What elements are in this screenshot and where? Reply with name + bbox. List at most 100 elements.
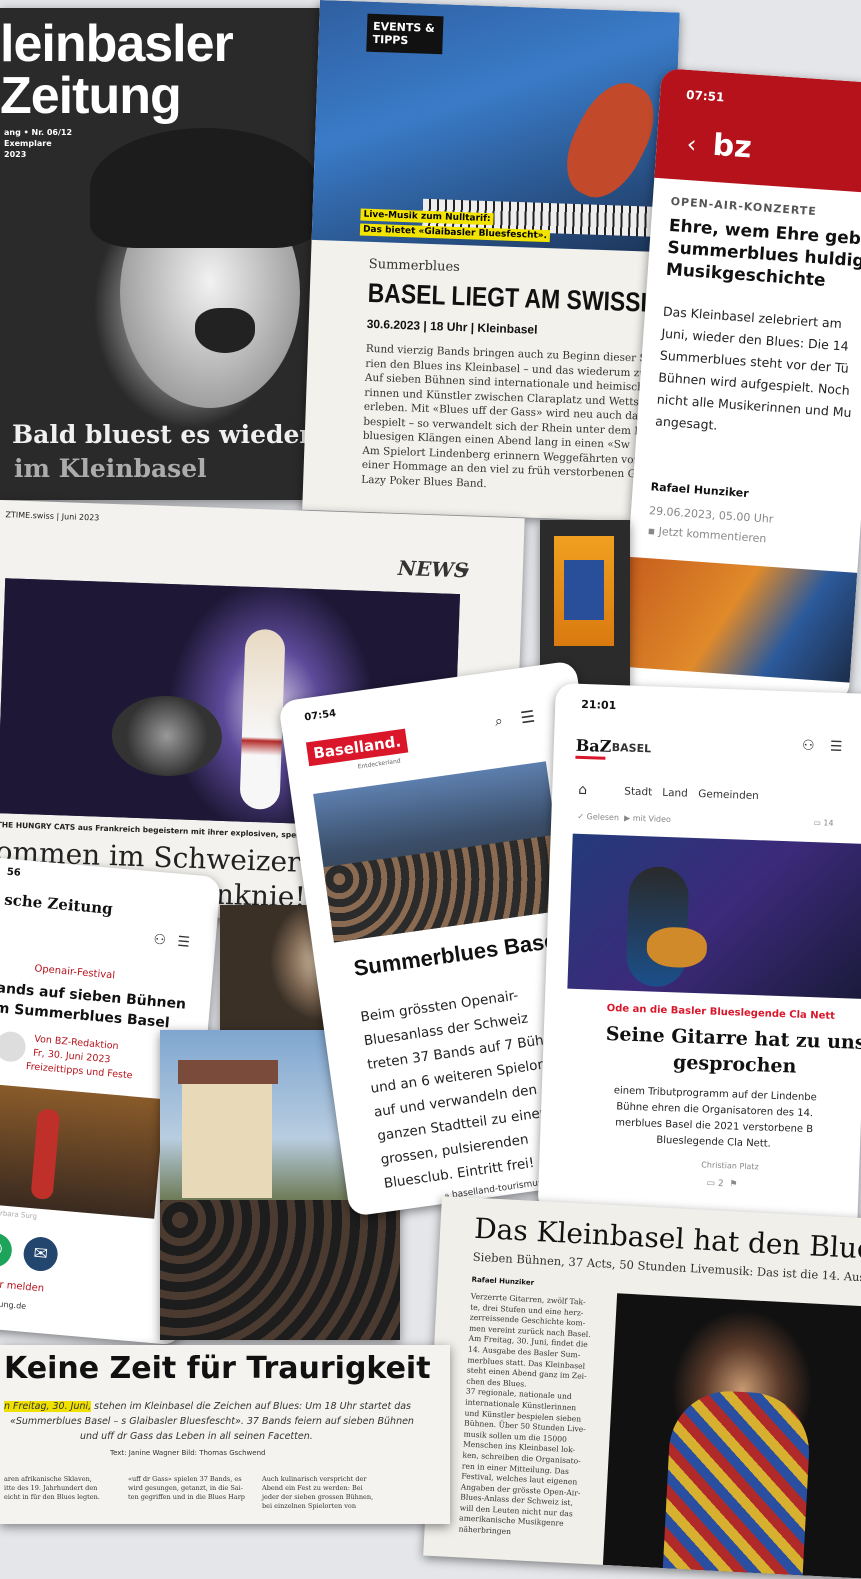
baselland-status-time: 07:54 <box>303 708 337 724</box>
news-page: 7 <box>461 566 470 580</box>
comment-icon: ▭ <box>813 818 822 828</box>
baz-comments-count: 14 <box>823 818 834 828</box>
cover-hair <box>90 128 320 248</box>
bz-body: Das Kleinbasel zelebriert am Juni, wiede… <box>655 301 859 446</box>
baz-section: BASEL <box>611 740 652 756</box>
baz-headline: Seine Gitarre hat zu uns gesprochen <box>604 1021 861 1082</box>
bz-status-time: 07:51 <box>685 87 725 105</box>
bz-header <box>654 68 861 194</box>
baz-comments[interactable]: ▭ 14 <box>813 818 834 828</box>
bottom-lead-2: «Summerblues Basel – s Glaibasler Bluesf… <box>10 1416 414 1427</box>
menu-icon[interactable]: ☰ <box>177 934 191 951</box>
baselland-logo-sub: Entdeckerland <box>357 757 402 771</box>
bz-logo: bz <box>711 127 753 166</box>
back-chevron-icon[interactable]: ‹ <box>686 130 698 159</box>
baz-phone: 21:01 BaZ BASEL ⚇ ☰ ⌂ Stadt Land Gemeind… <box>537 683 861 1224</box>
bottom-col-line: itte des 19. Jahrhundert den <box>4 1484 98 1492</box>
search-icon[interactable]: ⌕ <box>494 713 504 730</box>
bottom-byline: Text: Janine Wagner Bild: Thomas Gschwen… <box>110 1449 266 1457</box>
events-clipping: EVENTS & TIPPS Live-Musik zum Nulltarif:… <box>302 0 680 523</box>
baz-actions-count: 2 <box>717 1178 724 1190</box>
bottom-lead-text: stehen im Kleinbasel die Zeichen auf Blu… <box>91 1401 412 1412</box>
paper-shirt <box>662 1388 813 1576</box>
bottom-col-line: ten gegriffen und in die Blues Harp <box>128 1493 245 1501</box>
bz-headline: Ehre, wem Ehre gebüh Summerblues huldigt… <box>665 215 861 296</box>
baz-actions[interactable]: ▭ 2 ⚑ <box>706 1179 737 1190</box>
events-date: 30.6.2023 | 18 Uhr | Kleinbasel <box>366 316 538 337</box>
cover-issue: ang • Nr. 06/12 <box>4 128 73 137</box>
paper-clipping: Das Kleinbasel hat den Blues Sieben Bühn… <box>423 1196 861 1579</box>
cover-headline-2: im Kleinbasel <box>14 454 207 483</box>
events-headline: BASEL LIEGT AM SWISSISS <box>367 277 679 319</box>
bz-datetime: 29.06.2023, 05.00 Uhr <box>648 504 774 526</box>
mail-icon[interactable]: ✉ <box>22 1235 60 1273</box>
cover-year: 2023 <box>4 150 27 159</box>
cover-title-2: Zeitung <box>0 67 182 125</box>
bottom-lead-3: und uff dr Gass das Leben in all seinen … <box>80 1431 313 1442</box>
bz-comment-link[interactable]: ▪ Jetzt kommentieren <box>647 524 767 545</box>
bottom-col-line: eicht in für den Blues legten. <box>4 1493 100 1501</box>
hamburger-icon[interactable]: ☰ <box>519 706 536 727</box>
news-singer <box>239 628 286 810</box>
whatsapp-icon[interactable]: ✆ <box>0 1231 14 1269</box>
events-badge: EVENTS & TIPPS <box>366 13 444 55</box>
cover-copies: Exemplare <box>4 139 52 148</box>
bottom-col-line: aren afrikanische Sklaven, <box>4 1475 92 1483</box>
bottom-lead-date: n Freitag, 30. Juni, <box>4 1401 92 1412</box>
baz-photo <box>567 833 861 999</box>
cover-mouth <box>195 308 255 353</box>
poster-art-band <box>564 560 604 620</box>
comment-icon: ▭ <box>706 1178 716 1189</box>
baz-nav-land[interactable]: Land <box>662 787 688 800</box>
bottom-col-2: «uff dr Gass» spielen 37 Bands, es wird … <box>128 1475 245 1502</box>
cover-headline-1: Bald bluest es wieder <box>12 420 313 449</box>
bottom-col-1: aren afrikanische Sklaven, itte des 19. … <box>4 1475 100 1502</box>
baz-meta: ✓ Gelesen ▶ mit Video <box>577 812 671 824</box>
bzeitung-kicker: Openair-Festival <box>33 963 116 982</box>
baz-meta-video: mit Video <box>632 813 672 825</box>
baz-status-time: 21:01 <box>581 697 617 713</box>
baz-logo-bar <box>575 755 606 760</box>
user-icon[interactable]: ⚇ <box>153 932 167 949</box>
bzeitung-credit: Nu Barbara Surg <box>0 1208 38 1221</box>
bz-author[interactable]: Rafael Hunziker <box>650 480 749 500</box>
paper-author: Rafael Hunziker <box>471 1275 535 1287</box>
baz-meta-read: Gelesen <box>586 812 620 823</box>
cover-clipping: leinbasler Zeitung ang • Nr. 06/12 Exemp… <box>0 8 330 500</box>
baz-nav-stadt[interactable]: Stadt <box>624 785 652 798</box>
bottom-col-3: Auch kulinarisch verspricht der Abend ei… <box>262 1475 373 1511</box>
bzeitung-topic[interactable]: Freizeittipps und Feste <box>25 1061 133 1081</box>
bottom-col-line: bei einzelnen Spielorten von <box>262 1502 357 1510</box>
check-icon: ✓ <box>577 811 585 822</box>
comment-icon: ▪ <box>647 524 656 538</box>
baz-logo: BaZ <box>575 735 612 756</box>
bottom-col-line: «uff dr Gass» spielen 37 Bands, es <box>128 1475 242 1483</box>
baz-author[interactable]: Christian Platz <box>701 1160 759 1171</box>
baz-nav-gemeinden[interactable]: Gemeinden <box>698 788 759 802</box>
bzeitung-avatar <box>0 1030 27 1063</box>
news-section: NEWS <box>397 555 469 583</box>
cover-title-1: leinbasler <box>0 15 234 73</box>
events-kicker: Summerblues <box>368 256 461 276</box>
bottom-col-line: wird gesungen, getanzt, in die Sai- <box>128 1484 243 1492</box>
town-roof <box>178 1060 278 1084</box>
bz-kicker: OPEN-AIR-KONZERTE <box>670 194 818 219</box>
events-body: Rund vierzig Bands bringen auch zu Begin… <box>361 342 657 497</box>
home-icon[interactable]: ⌂ <box>578 782 587 798</box>
bz-comment-label: Jetzt kommentieren <box>658 524 767 546</box>
report-error-link[interactable]: Fehler melden <box>0 1277 45 1294</box>
bzeitung-logo: sche Zeitung <box>3 890 114 918</box>
baz-body: einem Tributprogramm auf der Lindenbe Bü… <box>612 1083 817 1154</box>
bottom-col-line: jeder der sieben grossen Bühnen, <box>262 1493 374 1501</box>
menu-icon[interactable]: ☰ <box>830 739 843 755</box>
account-icon[interactable]: ⚇ <box>802 738 815 754</box>
bzeitung-status-time: 56 <box>6 866 22 879</box>
bzeitung-headline: ands auf sieben Bühnen m Summerblues Bas… <box>0 978 187 1034</box>
bottom-col-line: Abend ein Fest zu werden: Bei <box>262 1484 363 1492</box>
baz-guitar <box>646 926 708 969</box>
bz-photo <box>620 556 858 683</box>
bzeitung-url: he-zeitung.de <box>0 1297 27 1311</box>
play-icon: ▶ <box>621 813 631 823</box>
bzeitung-photo <box>0 1084 165 1219</box>
news-source: ZTIME.swiss | Juni 2023 <box>5 510 100 523</box>
